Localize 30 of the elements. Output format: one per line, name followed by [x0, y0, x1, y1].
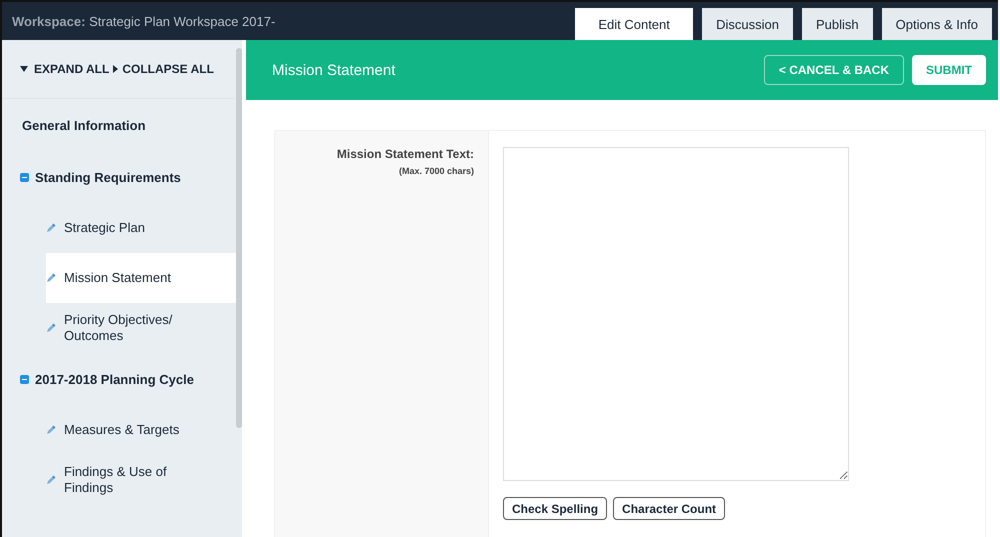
collapse-icon[interactable]	[20, 172, 29, 182]
tab[interactable]: Edit Content	[575, 8, 694, 40]
pencil-icon	[46, 425, 56, 435]
section-heading[interactable]: General Information	[2, 99, 230, 151]
sidebar-item[interactable]: Measures & Targets	[46, 405, 236, 455]
field-hint: (Max. 7000 chars)	[398, 166, 474, 176]
page-title: Mission Statement	[272, 62, 396, 78]
tab[interactable]: Publish	[802, 8, 873, 40]
sidebar-item[interactable]: Mission Statement	[46, 253, 236, 303]
field-label: Mission Statement Text:	[336, 147, 474, 161]
pencil-icon	[46, 223, 56, 233]
caret-down-icon	[20, 66, 28, 72]
expand-all-link[interactable]: EXPAND ALL	[34, 62, 110, 76]
sidebar-item[interactable]: Strategic Plan	[46, 203, 236, 253]
form-button[interactable]: Character Count	[613, 497, 726, 520]
group-heading[interactable]: Standing Requirements	[35, 170, 181, 184]
sidebar-item[interactable]: Priority Objectives/ Outcomes	[46, 303, 236, 353]
workspace-title: Workspace: Strategic Plan Workspace 2017-	[11, 14, 276, 28]
form-button[interactable]: Check Spelling	[503, 497, 608, 520]
tab[interactable]: Options & Info	[882, 8, 992, 40]
group-heading[interactable]: 2017-2018 Planning Cycle	[35, 372, 194, 386]
sidebar-item[interactable]: Findings & Use of Findings	[46, 455, 236, 505]
pencil-icon	[46, 475, 56, 485]
caret-right-icon	[113, 65, 118, 73]
collapse-icon[interactable]	[20, 374, 29, 384]
scrollbar[interactable]	[236, 48, 242, 428]
pencil-icon	[46, 323, 56, 333]
collapse-all-link[interactable]: COLLAPSE ALL	[122, 62, 214, 76]
tab[interactable]: Discussion	[702, 8, 793, 40]
pencil-icon	[46, 273, 56, 283]
